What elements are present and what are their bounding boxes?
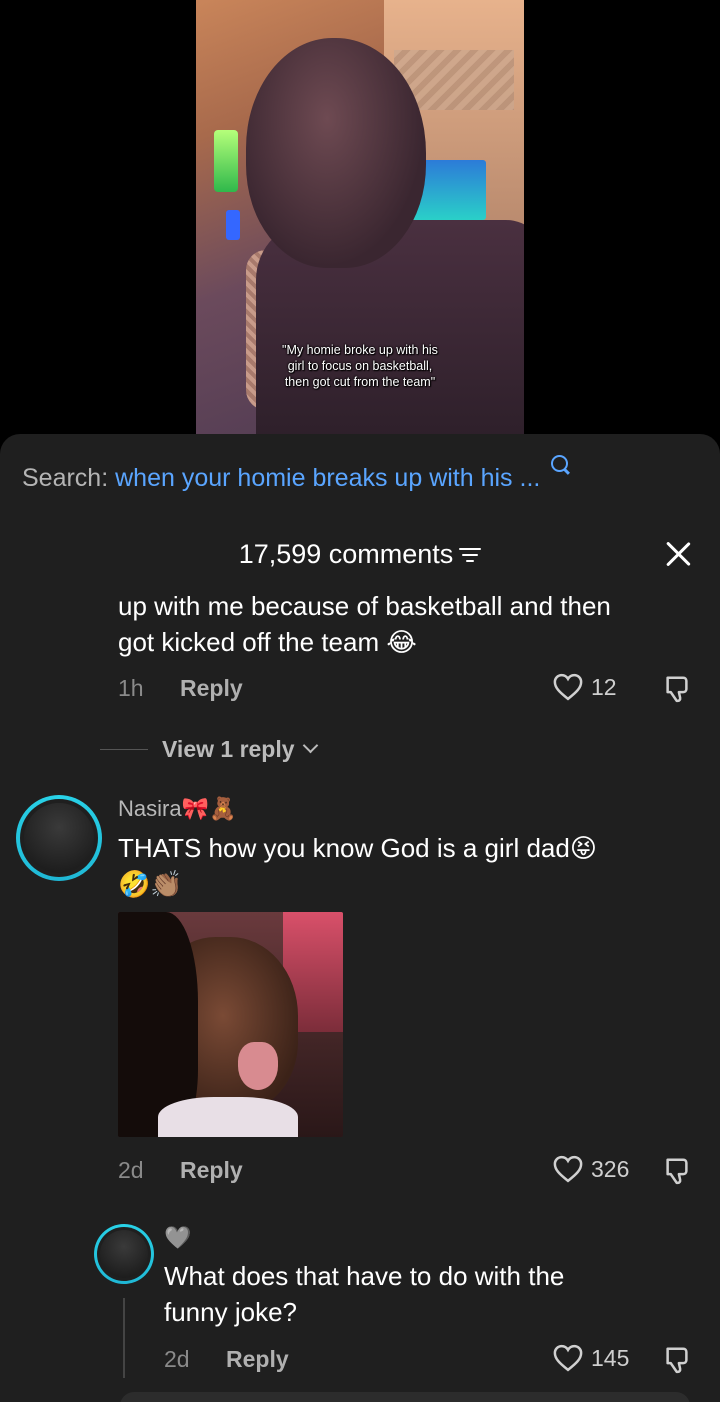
comment-text-line: funny joke? xyxy=(164,1297,297,1327)
divider xyxy=(100,749,148,750)
search-icon[interactable] xyxy=(551,455,569,472)
video-player[interactable]: "My homie broke up with his girl to focu… xyxy=(196,0,524,434)
comments-header: 17,599 comments xyxy=(0,538,720,570)
comments-sheet: Search: when your homie breaks up with h… xyxy=(0,434,720,1402)
comment-text: up with me because of basketball and the… xyxy=(118,588,611,660)
filter-icon[interactable] xyxy=(459,547,482,563)
dislike-icon[interactable] xyxy=(662,1156,692,1186)
heart-icon xyxy=(553,1155,583,1183)
video-caption: "My homie broke up with his girl to focu… xyxy=(196,342,524,390)
heart-icon xyxy=(553,673,583,701)
dislike-icon[interactable] xyxy=(662,1345,692,1375)
comment-count: 17,599 comments xyxy=(238,539,454,570)
view-replies-label: View 1 reply xyxy=(162,736,295,762)
video-caption-line: girl to focus on basketball, xyxy=(287,359,433,373)
reply-button[interactable]: Reply xyxy=(180,675,243,702)
comment-text-line: THATS how you know God is a girl dad😝 xyxy=(118,833,597,863)
comment-input-bar[interactable] xyxy=(120,1392,690,1402)
comment-text-line: up with me because of basketball and the… xyxy=(118,591,611,621)
username[interactable]: 🩶 xyxy=(164,1225,191,1251)
background-light xyxy=(214,130,238,192)
comment-time: 2d xyxy=(164,1346,190,1372)
like-count: 145 xyxy=(591,1344,630,1371)
comment-gif[interactable] xyxy=(118,912,343,1137)
comment-text: THATS how you know God is a girl dad😝 🤣👏… xyxy=(118,830,597,902)
comment-text-line: got kicked off the team 😂 xyxy=(118,627,417,657)
view-replies-button[interactable]: View 1 reply xyxy=(100,736,318,763)
close-icon[interactable] xyxy=(664,540,692,568)
background-light-blue xyxy=(226,210,240,240)
heart-icon xyxy=(553,1344,583,1372)
video-caption-line: "My homie broke up with his xyxy=(282,343,438,357)
like-count: 12 xyxy=(591,673,617,700)
like-button[interactable]: 145 xyxy=(553,1344,629,1372)
reply-button[interactable]: Reply xyxy=(180,1157,243,1184)
username[interactable]: Nasira🎀🧸 xyxy=(118,796,236,822)
like-button[interactable]: 12 xyxy=(553,673,617,701)
search-query[interactable]: when your homie breaks up with his ... xyxy=(115,464,540,492)
person-head xyxy=(246,38,426,268)
search-label: Search: xyxy=(22,464,109,492)
comment-text-line: What does that have to do with the xyxy=(164,1261,565,1291)
thread-line xyxy=(123,1298,125,1378)
avatar[interactable] xyxy=(16,795,102,881)
avatar[interactable] xyxy=(94,1224,154,1284)
video-caption-line: then got cut from the team" xyxy=(284,375,436,389)
comment-time: 2d xyxy=(118,1157,144,1183)
chevron-down-icon xyxy=(302,737,318,754)
comment-text: What does that have to do with the funny… xyxy=(164,1258,564,1330)
comment-text-line: 🤣👏🏽 xyxy=(118,869,183,899)
related-search[interactable]: Search: when your homie breaks up with h… xyxy=(22,455,569,493)
dislike-icon[interactable] xyxy=(662,674,692,704)
reply-button[interactable]: Reply xyxy=(226,1346,289,1373)
like-button[interactable]: 326 xyxy=(553,1155,629,1183)
comment-time: 1h xyxy=(118,675,144,701)
like-count: 326 xyxy=(591,1155,630,1182)
